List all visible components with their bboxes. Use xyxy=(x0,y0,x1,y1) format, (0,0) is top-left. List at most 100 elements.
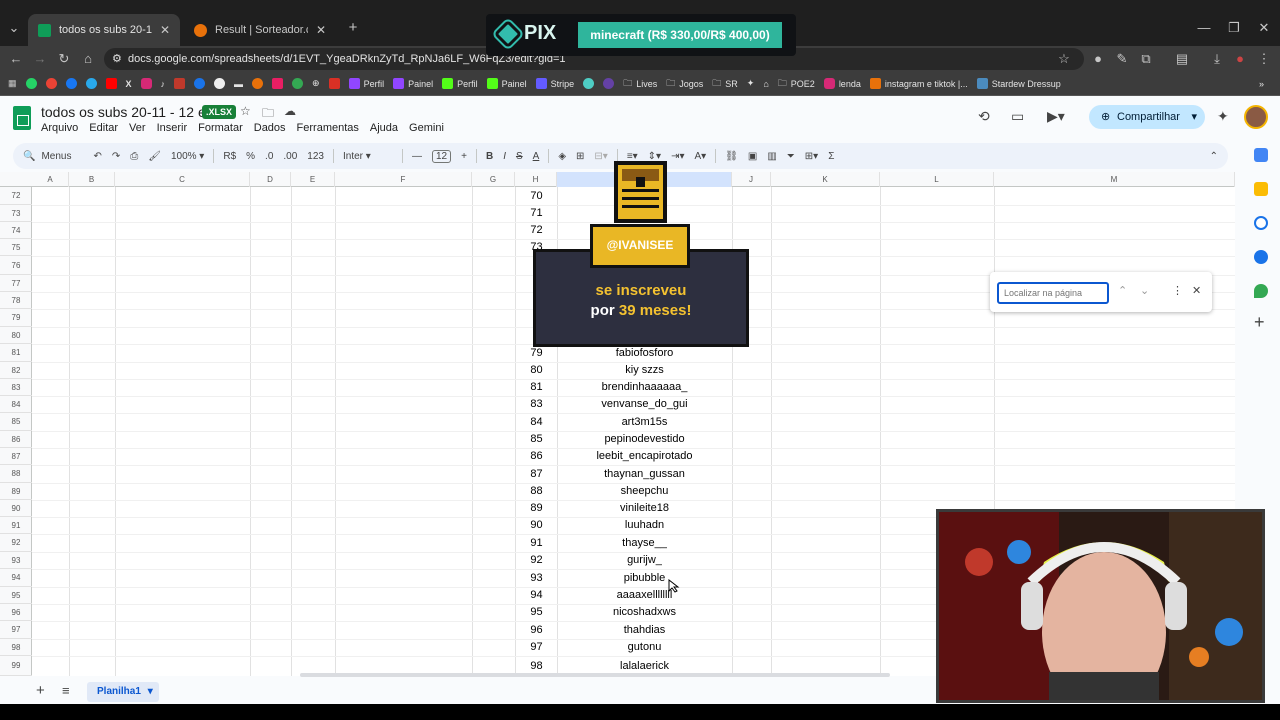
star-icon[interactable]: ☆ xyxy=(240,104,251,118)
row-header[interactable]: 83 xyxy=(0,379,32,396)
menu-formatar[interactable]: Formatar xyxy=(198,122,243,134)
add-addon-icon[interactable]: + xyxy=(1254,312,1265,333)
find-options-icon[interactable]: ⋮ xyxy=(1172,284,1183,297)
reload-icon[interactable]: ↻ xyxy=(54,49,74,69)
cell-h[interactable]: 83 xyxy=(516,396,557,413)
cell-i[interactable]: pibubble xyxy=(557,569,732,587)
bookmark-painel-2[interactable]: Painel xyxy=(486,78,527,89)
zoom-select[interactable]: 100% ▾ xyxy=(171,151,204,162)
row-header[interactable]: 84 xyxy=(0,396,32,413)
cell-h[interactable]: 90 xyxy=(516,517,557,534)
paint-format-icon[interactable]: 🖌 xyxy=(148,151,161,162)
cell-i[interactable]: art3m15s xyxy=(557,413,732,431)
bookmark-arch-icon[interactable]: ⌂ xyxy=(763,79,768,89)
column-header-f[interactable]: F xyxy=(335,172,472,187)
text-color-icon[interactable]: A xyxy=(533,151,540,162)
close-icon[interactable]: ✕ xyxy=(160,23,170,37)
bookmark-telegram-icon[interactable] xyxy=(85,78,97,89)
minimize-icon[interactable]: — xyxy=(1194,18,1214,38)
menu-dados[interactable]: Dados xyxy=(254,122,286,134)
cell-i[interactable]: pepinodevestido xyxy=(557,431,732,448)
row-header[interactable]: 89 xyxy=(0,483,32,500)
pen-icon[interactable]: ✎ xyxy=(1112,49,1132,69)
row-header[interactable]: 73 xyxy=(0,205,32,222)
bookmarks-overflow-icon[interactable]: » xyxy=(1259,79,1264,89)
cell-h[interactable]: 85 xyxy=(516,431,557,448)
cell-h[interactable]: 80 xyxy=(516,362,557,379)
bookmark-ff-icon[interactable] xyxy=(328,78,340,89)
download-icon[interactable]: ⤓ xyxy=(1207,49,1227,69)
bookmark-tiktok-icon[interactable]: ♪ xyxy=(161,79,166,89)
column-header-d[interactable]: D xyxy=(250,172,291,187)
row-header[interactable]: 95 xyxy=(0,587,32,604)
all-sheets-icon[interactable]: ≡ xyxy=(62,683,70,698)
menu-ferramentas[interactable]: Ferramentas xyxy=(297,122,359,134)
cell-h[interactable]: 84 xyxy=(516,413,557,431)
bookmark-instagram-icon[interactable] xyxy=(140,78,152,89)
row-header[interactable]: 80 xyxy=(0,327,32,344)
insert-link-icon[interactable]: ⛓ xyxy=(725,151,738,162)
row-header[interactable]: 77 xyxy=(0,275,32,292)
chevron-down-icon[interactable]: ▾ xyxy=(1191,105,1197,129)
bookmark-perfil-1[interactable]: Perfil xyxy=(348,78,384,89)
document-title[interactable]: todos os subs 20-11 - 12 e 59 xyxy=(41,104,225,120)
redo-icon[interactable]: ↷ xyxy=(112,151,120,162)
column-header-j[interactable]: J xyxy=(732,172,771,187)
row-header[interactable]: 96 xyxy=(0,604,32,621)
increase-decimals-button[interactable]: .00 xyxy=(283,151,297,162)
bookmark-lenda[interactable]: lenda xyxy=(823,78,861,89)
row-header[interactable]: 87 xyxy=(0,448,32,465)
meet-icon[interactable]: ▶▾ xyxy=(1047,108,1065,125)
menu-gemini[interactable]: Gemini xyxy=(409,122,444,134)
cell-i[interactable]: thahdias xyxy=(557,621,732,639)
cell-h[interactable]: 96 xyxy=(516,621,557,639)
share-button[interactable]: ⊕ Compartilhar ▾ xyxy=(1089,105,1205,129)
horizontal-scrollbar[interactable] xyxy=(300,673,890,677)
collapse-toolbar-icon[interactable]: ⌃ xyxy=(1210,151,1218,162)
profile-icon[interactable]: ● xyxy=(1230,49,1250,69)
row-header[interactable]: 93 xyxy=(0,552,32,569)
column-header-a[interactable]: A xyxy=(32,172,69,187)
column-header-h[interactable]: H xyxy=(515,172,557,187)
cell-h[interactable]: 97 xyxy=(516,639,557,656)
cell-h[interactable]: 72 xyxy=(516,222,557,239)
row-header[interactable]: 75 xyxy=(0,239,32,256)
extension-icon[interactable]: ● xyxy=(1088,49,1108,69)
chevron-down-icon[interactable]: ▾ xyxy=(148,686,153,697)
cell-i[interactable]: nicoshadxws xyxy=(557,604,732,621)
cell-h[interactable]: 87 xyxy=(516,465,557,483)
bookmark-gmail-icon[interactable] xyxy=(45,78,57,89)
cell-h[interactable]: 88 xyxy=(516,483,557,500)
cell-h[interactable]: 81 xyxy=(516,379,557,396)
puzzle-icon[interactable]: ⧉ xyxy=(1136,49,1156,69)
text-rotation-icon[interactable]: A▾ xyxy=(694,151,706,162)
cell-h[interactable]: 89 xyxy=(516,500,557,517)
cell-i[interactable]: gutonu xyxy=(557,639,732,656)
undo-icon[interactable]: ↶ xyxy=(93,151,101,162)
cell-h[interactable]: 93 xyxy=(516,569,557,587)
column-header-c[interactable]: C xyxy=(115,172,250,187)
italic-icon[interactable]: I xyxy=(503,151,506,162)
bookmark-stripe[interactable]: Stripe xyxy=(535,78,574,89)
row-header[interactable]: 88 xyxy=(0,465,32,483)
row-header[interactable]: 91 xyxy=(0,517,32,534)
number-format-button[interactable]: 123 xyxy=(307,151,324,162)
bookmark-bird-icon[interactable]: ✦ xyxy=(747,78,755,89)
bookmark-perfil-2[interactable]: Perfil xyxy=(442,78,478,89)
cell-i[interactable]: sheepchu xyxy=(557,483,732,500)
menu-kebab-icon[interactable]: ⋮ xyxy=(1254,49,1274,69)
bookmark-folder-lives[interactable]: 🗀 Lives xyxy=(623,76,657,92)
bookmark-x-icon[interactable]: X xyxy=(126,79,132,89)
cell-h[interactable]: 95 xyxy=(516,604,557,621)
bookmark-twitch-icon[interactable] xyxy=(603,78,615,89)
forward-icon[interactable]: → xyxy=(30,49,50,69)
maps-icon[interactable] xyxy=(1254,284,1268,298)
row-header[interactable]: 97 xyxy=(0,621,32,639)
bookmark-red-icon[interactable] xyxy=(174,78,186,89)
font-select[interactable]: Inter ▾ xyxy=(343,151,393,162)
sheet-tab-planilha1[interactable]: Planilha1 ▾ xyxy=(87,682,159,702)
borders-icon[interactable]: ⊞ xyxy=(576,151,584,162)
tasks-icon[interactable] xyxy=(1254,216,1268,230)
decrease-decimals-button[interactable]: .0 xyxy=(265,151,273,162)
currency-format-button[interactable]: R$ xyxy=(223,151,236,162)
